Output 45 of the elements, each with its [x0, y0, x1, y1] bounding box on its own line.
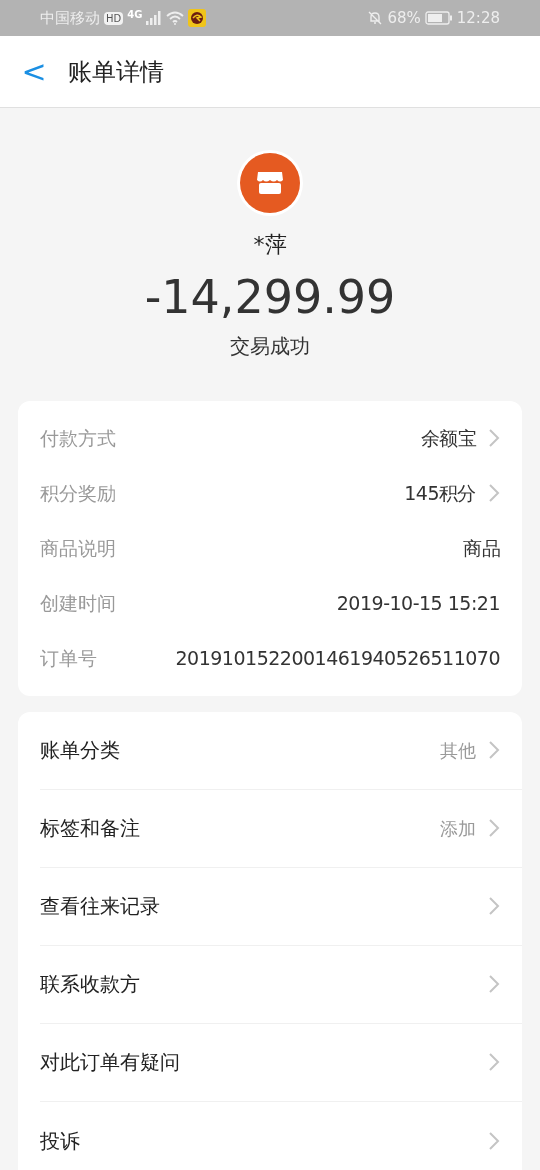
detail-value: 2019101522001461940526511070 — [175, 645, 500, 671]
action-label: 查看往来记录 — [40, 893, 160, 920]
chevron-icon — [488, 740, 500, 760]
app-icon — [188, 9, 207, 27]
action-label: 联系收款方 — [40, 971, 140, 998]
page-title: 账单详情 — [68, 56, 164, 88]
detail-label: 付款方式 — [40, 425, 116, 451]
action-label: 投诉 — [40, 1127, 80, 1155]
network-type: 4G — [127, 7, 143, 22]
action-row[interactable]: 投诉 — [40, 1101, 522, 1170]
action-label: 账单分类 — [40, 737, 120, 764]
wifi-icon — [166, 11, 185, 25]
detail-value: 商品 — [463, 535, 500, 561]
transaction-status: 交易成功 — [230, 332, 310, 360]
detail-label: 创建时间 — [40, 590, 116, 616]
chevron-icon — [488, 483, 500, 503]
hd-badge: HD — [104, 11, 124, 25]
chevron-icon — [488, 896, 500, 916]
action-row[interactable]: 标签和备注 添加 — [40, 789, 522, 868]
action-row[interactable]: 对此订单有疑问 — [40, 1023, 522, 1102]
action-label: 标签和备注 — [40, 815, 140, 842]
action-row[interactable]: 账单分类 其他 — [40, 711, 522, 790]
action-value: 其他 — [440, 738, 476, 763]
action-value: 添加 — [440, 816, 476, 841]
detail-value[interactable]: 余额宝 — [420, 423, 476, 453]
battery-percent: 68% — [387, 7, 421, 29]
detail-label: 订单号 — [40, 645, 97, 671]
chevron-icon — [488, 1130, 500, 1151]
detail-value: 2019-10-15 15:21 — [336, 590, 500, 616]
action-row[interactable]: 联系收款方 — [40, 945, 522, 1024]
detail-label: 商品说明 — [40, 535, 116, 561]
muted-bell-icon — [367, 10, 384, 26]
chevron-icon — [488, 818, 500, 838]
amount: -14,299.99 — [144, 269, 396, 326]
chevron-icon — [488, 1052, 500, 1072]
action-row[interactable]: 查看往来记录 — [40, 867, 522, 946]
signal-icon — [146, 11, 163, 25]
merchant-name: *萍 — [253, 231, 287, 259]
detail-value[interactable]: 145积分 — [404, 478, 476, 508]
battery-icon — [424, 11, 453, 25]
detail-label: 积分奖励 — [40, 480, 116, 506]
action-label: 对此订单有疑问 — [40, 1049, 180, 1076]
chevron-icon — [488, 428, 500, 448]
chevron-icon — [488, 974, 500, 994]
clock-time: 12:28 — [456, 7, 500, 29]
